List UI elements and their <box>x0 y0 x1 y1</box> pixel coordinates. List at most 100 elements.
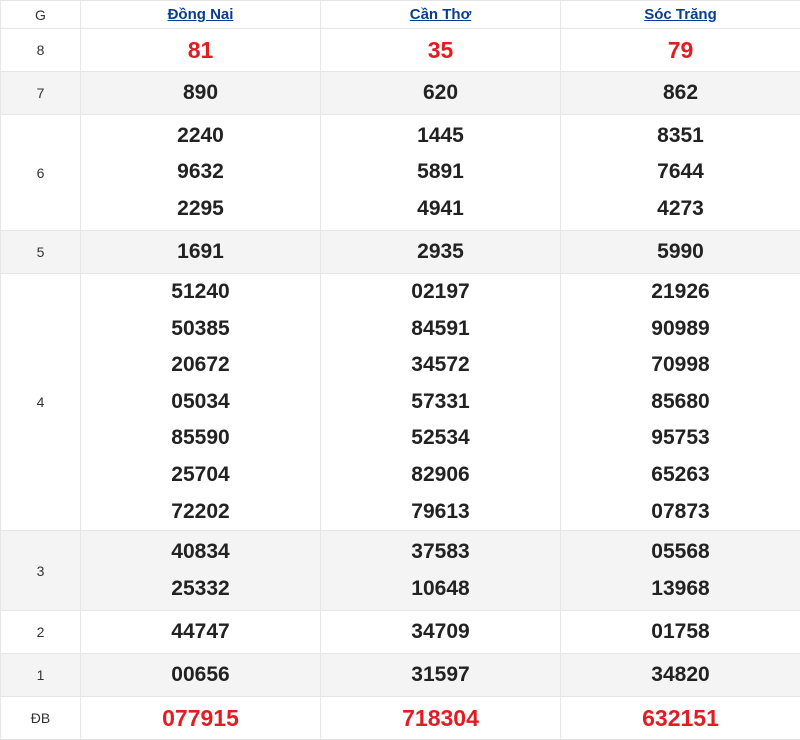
prize-cell: 81 <box>81 29 321 72</box>
prize-cell: 40834 25332 <box>81 531 321 611</box>
prize-label: 1 <box>1 654 81 697</box>
prize-cell: 37583 10648 <box>321 531 561 611</box>
prize-number: 51240 <box>81 274 320 311</box>
prize-number: 07873 <box>561 494 800 531</box>
prize-cell: 21926 90989 70998 85680 95753 65263 0787… <box>561 274 800 531</box>
prize-number: 05034 <box>81 384 320 421</box>
prize-number: 8351 <box>561 118 800 155</box>
prize-label: 4 <box>1 274 81 531</box>
prize-cell: 34820 <box>561 654 800 697</box>
prize-number: 79613 <box>321 494 560 531</box>
prize-cell: 718304 <box>321 697 561 740</box>
prize-row-6: 6 2240 9632 2295 1445 5891 4941 8351 764… <box>1 115 800 231</box>
prize-label: 5 <box>1 231 81 274</box>
prize-row-7: 7 890 620 862 <box>1 72 800 115</box>
prize-cell: 632151 <box>561 697 800 740</box>
prize-number: 1691 <box>81 234 320 271</box>
prize-number: 9632 <box>81 154 320 191</box>
prize-number: 2295 <box>81 191 320 228</box>
prize-label: 8 <box>1 29 81 72</box>
prize-cell: 35 <box>321 29 561 72</box>
prize-cell: 8351 7644 4273 <box>561 115 800 231</box>
prize-number: 37583 <box>321 534 560 571</box>
prize-label: 2 <box>1 611 81 654</box>
prize-cell: 05568 13968 <box>561 531 800 611</box>
prize-cell: 620 <box>321 72 561 115</box>
prize-number: 35 <box>321 32 560 69</box>
prize-cell: 862 <box>561 72 800 115</box>
prize-number: 70998 <box>561 347 800 384</box>
prize-number: 05568 <box>561 534 800 571</box>
prize-number: 01758 <box>561 614 800 651</box>
prize-cell: 077915 <box>81 697 321 740</box>
prize-number: 862 <box>561 75 800 112</box>
prize-number: 79 <box>561 32 800 69</box>
province-header-dong-nai: Đồng Nai <box>81 1 321 29</box>
prize-number: 7644 <box>561 154 800 191</box>
province-link-soc-trang[interactable]: Sóc Trăng <box>644 6 717 23</box>
prize-number: 1445 <box>321 118 560 155</box>
prize-number: 44747 <box>81 614 320 651</box>
prize-cell: 02197 84591 34572 57331 52534 82906 7961… <box>321 274 561 531</box>
prize-cell: 1445 5891 4941 <box>321 115 561 231</box>
prize-number: 632151 <box>561 700 800 737</box>
prize-number: 077915 <box>81 700 320 737</box>
prize-number: 82906 <box>321 457 560 494</box>
prize-label: ĐB <box>1 697 81 740</box>
prize-number: 00656 <box>81 657 320 694</box>
prize-number: 85680 <box>561 384 800 421</box>
prize-cell: 1691 <box>81 231 321 274</box>
lottery-results-table: G Đồng Nai Cần Thơ Sóc Trăng 8 81 35 79 … <box>0 0 800 740</box>
prize-number: 20672 <box>81 347 320 384</box>
prize-number: 34572 <box>321 347 560 384</box>
prize-label: 7 <box>1 72 81 115</box>
prize-row-2: 2 44747 34709 01758 <box>1 611 800 654</box>
prize-row-special: ĐB 077915 718304 632151 <box>1 697 800 740</box>
prize-number: 02197 <box>321 274 560 311</box>
prize-number: 620 <box>321 75 560 112</box>
prize-number: 84591 <box>321 311 560 348</box>
prize-number: 95753 <box>561 420 800 457</box>
prize-cell: 890 <box>81 72 321 115</box>
prize-cell: 34709 <box>321 611 561 654</box>
province-link-can-tho[interactable]: Cần Thơ <box>410 6 472 23</box>
prize-row-1: 1 00656 31597 34820 <box>1 654 800 697</box>
prize-column-header: G <box>1 1 81 29</box>
prize-number: 65263 <box>561 457 800 494</box>
prize-row-4: 4 51240 50385 20672 05034 85590 25704 72… <box>1 274 800 531</box>
prize-number: 34820 <box>561 657 800 694</box>
prize-number: 4941 <box>321 191 560 228</box>
prize-number: 4273 <box>561 191 800 228</box>
prize-cell: 44747 <box>81 611 321 654</box>
prize-cell: 79 <box>561 29 800 72</box>
prize-label: 6 <box>1 115 81 231</box>
prize-number: 25704 <box>81 457 320 494</box>
header-row: G Đồng Nai Cần Thơ Sóc Trăng <box>1 1 800 29</box>
prize-number: 81 <box>81 32 320 69</box>
prize-cell: 31597 <box>321 654 561 697</box>
province-link-dong-nai[interactable]: Đồng Nai <box>168 6 234 23</box>
prize-number: 2935 <box>321 234 560 271</box>
prize-row-3: 3 40834 25332 37583 10648 05568 13968 <box>1 531 800 611</box>
prize-number: 21926 <box>561 274 800 311</box>
prize-number: 2240 <box>81 118 320 155</box>
prize-number: 85590 <box>81 420 320 457</box>
prize-number: 10648 <box>321 571 560 608</box>
prize-number: 5891 <box>321 154 560 191</box>
prize-number: 34709 <box>321 614 560 651</box>
prize-number: 72202 <box>81 494 320 531</box>
prize-number: 50385 <box>81 311 320 348</box>
prize-number: 13968 <box>561 571 800 608</box>
prize-number: 25332 <box>81 571 320 608</box>
prize-cell: 5990 <box>561 231 800 274</box>
prize-row-8: 8 81 35 79 <box>1 29 800 72</box>
prize-number: 890 <box>81 75 320 112</box>
prize-cell: 2240 9632 2295 <box>81 115 321 231</box>
prize-cell: 01758 <box>561 611 800 654</box>
prize-label: 3 <box>1 531 81 611</box>
prize-row-5: 5 1691 2935 5990 <box>1 231 800 274</box>
prize-number: 31597 <box>321 657 560 694</box>
province-header-can-tho: Cần Thơ <box>321 1 561 29</box>
prize-number: 52534 <box>321 420 560 457</box>
prize-number: 5990 <box>561 234 800 271</box>
